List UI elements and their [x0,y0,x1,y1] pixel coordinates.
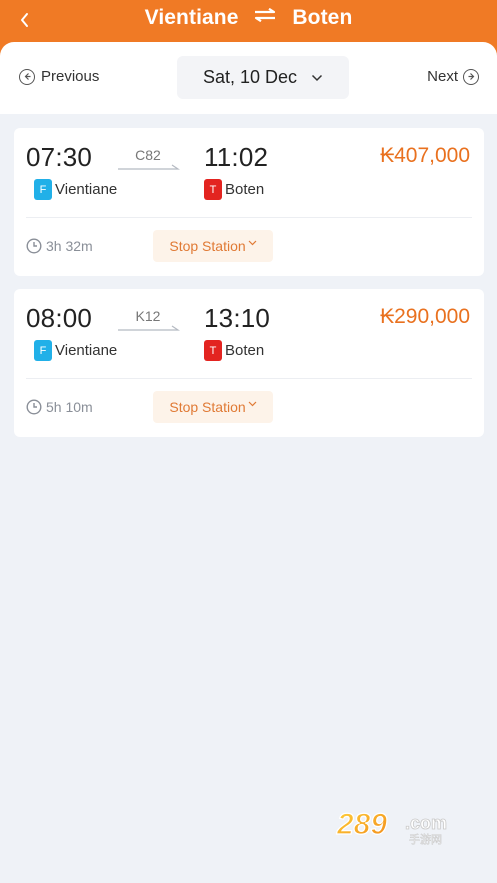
train-code: K12 [135,308,161,324]
from-badge: F [34,179,52,200]
selected-date: Sat, 10 Dec [202,67,298,87]
next-day-button[interactable]: Next [427,68,479,85]
origin-station: F Vientiane [34,340,117,361]
next-label: Next [427,68,458,85]
svg-text:手游网: 手游网 [409,832,442,845]
destination-station-name: Boten [225,342,265,359]
destination-station: T Boten [204,179,264,200]
from-badge: F [34,340,52,361]
date-navigation-bar: Previous Sat, 10 Dec Next [0,42,497,114]
clock-icon [26,238,42,254]
destination-city: Boten [292,6,353,29]
chevron-down-icon [311,74,323,82]
previous-day-button[interactable]: Previous [19,68,99,85]
duration-text: 5h 10m [46,399,93,415]
trip-duration: 3h 32m [26,238,93,254]
arrival-time: 11:02 [204,142,269,172]
svg-text:.com: .com [405,813,447,833]
departure-time: 07:30 [26,142,93,172]
date-selector[interactable]: Sat, 10 Dec [177,56,349,99]
duration-text: 3h 32m [46,238,93,254]
stop-station-button[interactable]: Stop Station [153,391,273,423]
destination-station: T Boten [204,340,264,361]
origin-station: F Vientiane [34,179,117,200]
train-card[interactable]: 08:00 K12 13:10 ₭290,000 F Vientiane T B… [14,289,484,437]
ticket-price: ₭407,000 [380,144,470,167]
journey-arrow-icon [118,164,180,170]
clock-icon [26,399,42,415]
stop-station-button[interactable]: Stop Station [153,230,273,262]
route-title: Vientiane Boten [0,6,497,30]
origin-station-name: Vientiane [55,181,118,198]
chevron-down-icon [248,401,257,407]
stop-station-label: Stop Station [169,399,246,415]
divider [26,217,472,218]
trip-duration: 5h 10m [26,399,93,415]
stop-station-label: Stop Station [169,238,246,254]
destination-station-name: Boten [225,181,265,198]
svg-text:289: 289 [336,808,387,841]
origin-station-name: Vientiane [55,342,118,359]
train-card[interactable]: 07:30 C82 11:02 ₭407,000 F Vientiane T B… [14,128,484,276]
ticket-price: ₭290,000 [380,305,470,328]
arrival-time: 13:10 [204,303,271,333]
previous-label: Previous [41,68,100,85]
journey-arrow-icon [118,325,180,331]
to-badge: T [204,340,222,361]
train-code: C82 [135,147,161,163]
arrow-right-circle-icon [463,68,479,85]
to-badge: T [204,179,222,200]
watermark-logo: 289 .com 手游网 [335,807,447,845]
swap-arrows-icon[interactable] [253,4,277,28]
divider [26,378,472,379]
origin-city: Vientiane [144,6,239,29]
arrow-left-circle-icon [19,68,35,85]
chevron-down-icon [248,240,257,246]
departure-time: 08:00 [26,303,93,333]
